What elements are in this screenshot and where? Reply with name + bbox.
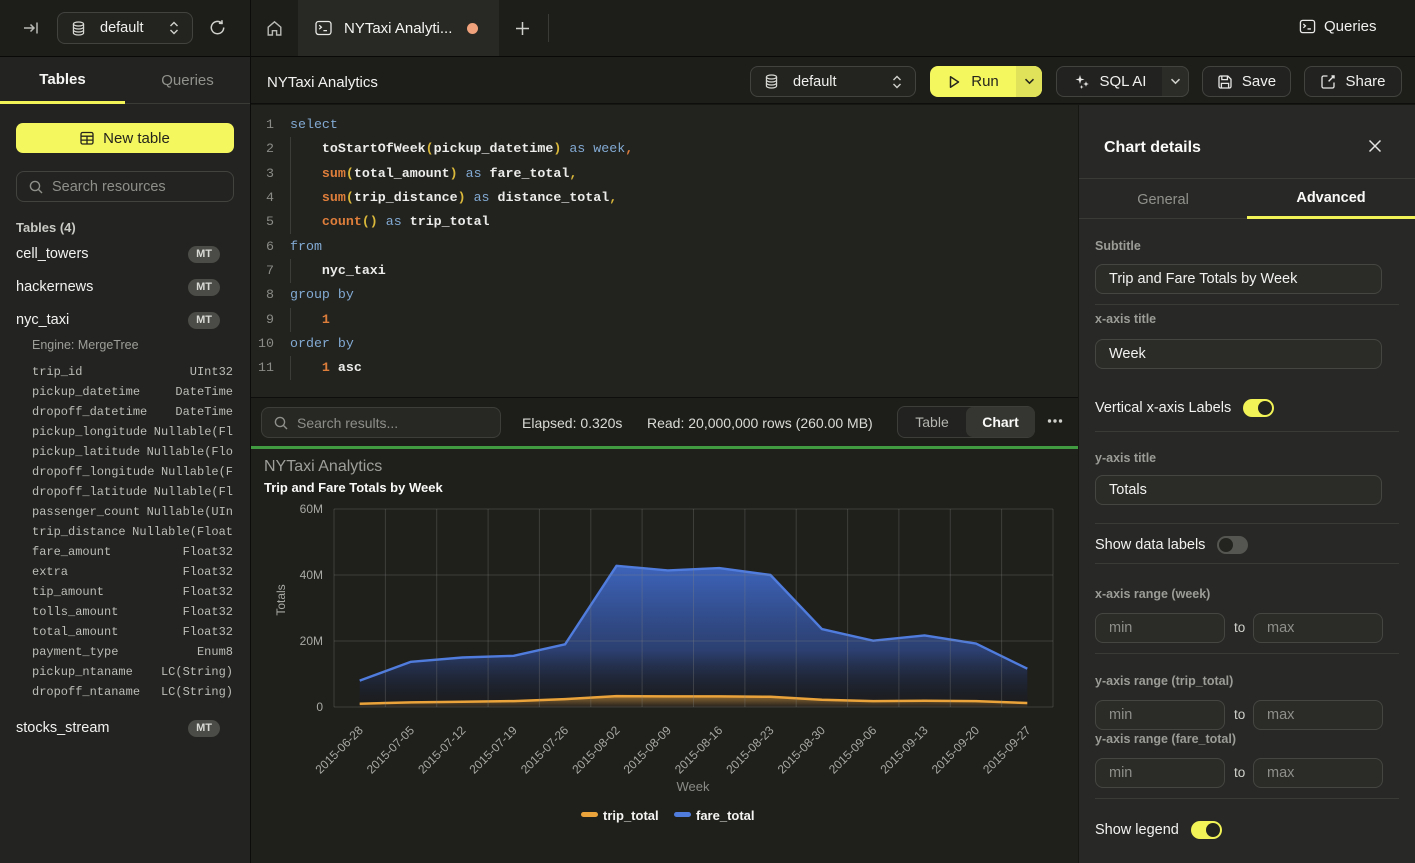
svg-text:2015-06-28: 2015-06-28 (313, 723, 367, 777)
svg-text:2015-07-05: 2015-07-05 (364, 723, 418, 777)
svg-text:2015-07-19: 2015-07-19 (467, 723, 521, 777)
svg-text:2015-07-26: 2015-07-26 (518, 723, 572, 777)
svg-text:60M: 60M (300, 502, 323, 516)
svg-text:2015-08-23: 2015-08-23 (723, 723, 777, 777)
svg-text:trip_total: trip_total (603, 808, 659, 823)
svg-text:2015-08-16: 2015-08-16 (672, 723, 726, 777)
svg-text:2015-09-27: 2015-09-27 (980, 723, 1034, 777)
svg-text:2015-09-06: 2015-09-06 (826, 723, 880, 777)
svg-text:2015-08-30: 2015-08-30 (775, 723, 829, 777)
svg-text:2015-07-12: 2015-07-12 (415, 723, 469, 777)
svg-text:2015-09-13: 2015-09-13 (877, 723, 931, 777)
svg-text:2015-08-02: 2015-08-02 (569, 723, 623, 777)
svg-text:40M: 40M (300, 568, 323, 582)
svg-text:2015-08-09: 2015-08-09 (621, 723, 675, 777)
svg-text:20M: 20M (300, 634, 323, 648)
svg-text:fare_total: fare_total (696, 808, 755, 823)
svg-text:Totals: Totals (274, 584, 288, 615)
svg-text:0: 0 (316, 700, 323, 714)
svg-text:2015-09-20: 2015-09-20 (929, 723, 983, 777)
svg-text:Week: Week (677, 779, 710, 794)
